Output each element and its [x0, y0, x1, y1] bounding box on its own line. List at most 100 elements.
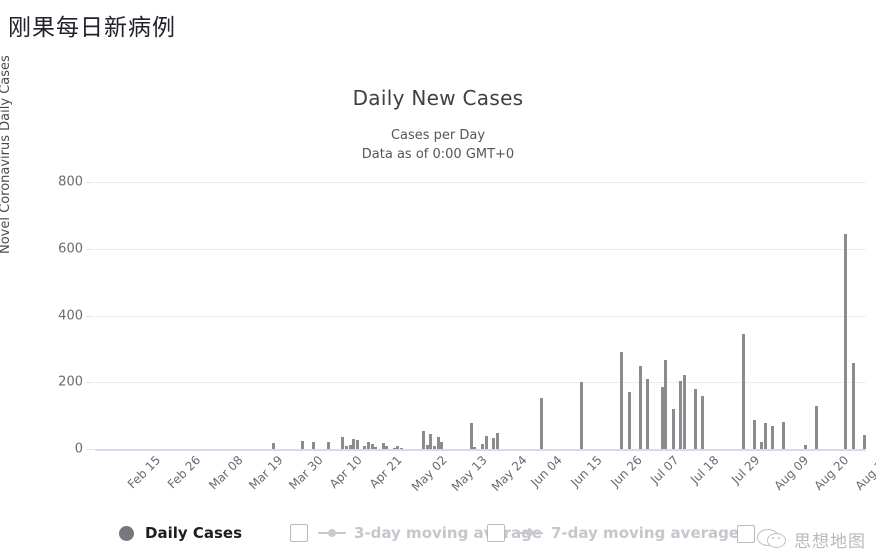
- watermark-text: 思想地图: [794, 532, 866, 552]
- chart-subtitle-cases-per-day: Cases per Day: [390, 128, 486, 143]
- gridline-400: [95, 315, 866, 317]
- bar[interactable]: [814, 406, 818, 449]
- y-tick-mark-800: [86, 182, 94, 183]
- x-tick-label: Mar 30: [286, 453, 327, 493]
- bar[interactable]: [352, 439, 356, 449]
- x-tick-label: Aug 09: [771, 453, 812, 493]
- bar[interactable]: [381, 443, 385, 449]
- bar[interactable]: [638, 366, 642, 449]
- bar[interactable]: [271, 443, 275, 449]
- y-axis-title: Novel Coronavirus Daily Cases: [0, 55, 13, 254]
- legend-checkbox[interactable]: [487, 524, 505, 542]
- x-tick-label: Aug 20: [811, 453, 852, 493]
- legend-checkbox-extra[interactable]: [737, 525, 755, 543]
- gridline-200: [95, 382, 866, 384]
- bar[interactable]: [752, 419, 756, 449]
- bar[interactable]: [862, 434, 866, 449]
- x-tick-label: Jun 26: [608, 453, 646, 490]
- y-tick-label-600: 600: [58, 241, 83, 257]
- x-tick-label: Apr 21: [366, 453, 405, 492]
- bar[interactable]: [495, 432, 499, 449]
- bar[interactable]: [803, 445, 807, 449]
- bar[interactable]: [344, 446, 348, 449]
- bar[interactable]: [693, 388, 697, 449]
- bar[interactable]: [682, 374, 686, 449]
- bar[interactable]: [660, 387, 664, 449]
- x-tick-label: May 13: [448, 453, 490, 494]
- bar[interactable]: [473, 447, 477, 449]
- bar[interactable]: [646, 378, 650, 449]
- x-tick-label: May 24: [489, 453, 531, 494]
- bar[interactable]: [627, 391, 631, 449]
- bar[interactable]: [392, 447, 396, 449]
- bar[interactable]: [436, 437, 440, 449]
- bar[interactable]: [374, 447, 378, 449]
- bar[interactable]: [326, 442, 330, 449]
- bar[interactable]: [341, 437, 345, 449]
- bar[interactable]: [348, 445, 352, 449]
- x-tick-label: Jul 18: [688, 453, 722, 487]
- legend-checkbox[interactable]: [290, 524, 308, 542]
- bar[interactable]: [363, 445, 367, 449]
- bar[interactable]: [851, 362, 855, 449]
- legend-label: Daily Cases: [145, 524, 243, 542]
- bar[interactable]: [370, 444, 374, 449]
- wechat-bubble-icon: [757, 528, 787, 552]
- gridline-800: [95, 182, 866, 183]
- bar[interactable]: [400, 448, 404, 449]
- bar[interactable]: [679, 380, 683, 449]
- x-tick-label: Jun 04: [527, 453, 565, 490]
- bar[interactable]: [701, 395, 705, 449]
- y-tick-mark-0: [86, 449, 94, 450]
- chart-legend: Daily Cases 3-day moving average 7-day mov…: [0, 520, 876, 560]
- bar[interactable]: [396, 446, 400, 449]
- bar[interactable]: [425, 445, 429, 449]
- bar[interactable]: [741, 333, 745, 449]
- bar[interactable]: [356, 440, 359, 449]
- x-axis-tick-labels: Feb 15 Feb 26 Mar 08 Mar 19 Mar 30 Apr 10 Apr …: [95, 453, 876, 523]
- y-tick-mark-200: [86, 382, 94, 384]
- bar[interactable]: [429, 434, 433, 449]
- y-tick-mark-400: [86, 315, 94, 317]
- page-title: 刚果每日新病例: [8, 15, 176, 41]
- y-tick-label-200: 200: [58, 374, 83, 390]
- legend-item-3[interactable]: 7-day moving average: [487, 520, 739, 546]
- bar[interactable]: [770, 425, 774, 449]
- bar[interactable]: [385, 445, 389, 449]
- watermark: 思想地图: [757, 527, 866, 552]
- bar[interactable]: [620, 352, 624, 449]
- bar[interactable]: [440, 442, 444, 449]
- bar[interactable]: [480, 444, 484, 449]
- legend-label: 7-day moving average: [551, 524, 740, 542]
- bar[interactable]: [759, 442, 763, 449]
- x-tick-label: Apr 10: [326, 453, 365, 492]
- legend-line-marker-icon: [318, 527, 346, 539]
- x-tick-label: Mar 08: [205, 453, 246, 493]
- bar[interactable]: [422, 430, 426, 449]
- bar[interactable]: [469, 422, 473, 449]
- bar[interactable]: [491, 437, 495, 449]
- x-tick-label: Aug 31: [852, 453, 876, 493]
- bar[interactable]: [579, 382, 583, 449]
- bar[interactable]: [539, 398, 543, 449]
- bar[interactable]: [844, 233, 848, 449]
- legend-item-1[interactable]: Daily Cases: [119, 520, 242, 546]
- bar[interactable]: [367, 441, 371, 449]
- bar[interactable]: [763, 422, 767, 449]
- chart-title: Daily New Cases: [352, 86, 524, 110]
- x-tick-label: Feb 26: [165, 453, 204, 492]
- gridline-600: [95, 248, 866, 250]
- x-tick-label: Jun 15: [568, 453, 605, 490]
- bar[interactable]: [311, 441, 315, 449]
- bar[interactable]: [781, 421, 785, 449]
- bar[interactable]: [433, 446, 437, 449]
- x-tick-label: Jul 07: [647, 453, 682, 487]
- bar[interactable]: [671, 408, 675, 449]
- y-tick-label-800: 800: [58, 174, 83, 190]
- legend-line-marker-icon: [515, 527, 543, 539]
- bar[interactable]: [484, 435, 488, 449]
- chart-subtitle-data-as-of: Data as of 0:00 GMT+0: [361, 147, 515, 162]
- bar[interactable]: [300, 441, 304, 449]
- bar[interactable]: [664, 359, 668, 449]
- x-tick-label: Feb 15: [124, 453, 164, 492]
